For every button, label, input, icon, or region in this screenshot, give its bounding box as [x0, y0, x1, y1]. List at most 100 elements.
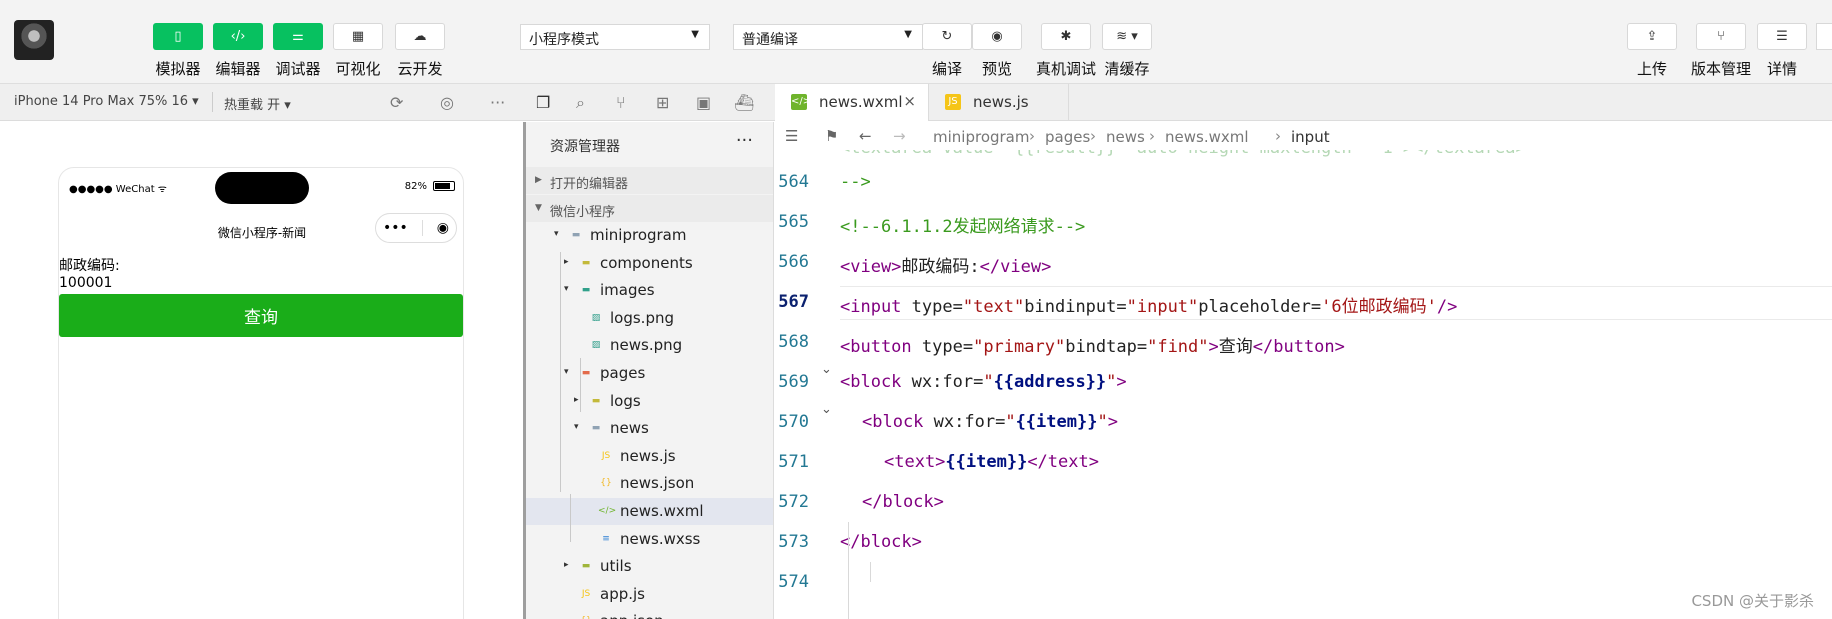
tab-news-wxml[interactable]: </> news.wxml × — [775, 84, 929, 121]
tool-bug[interactable]: ✱ 真机调试 — [1035, 23, 1097, 79]
tree-item[interactable]: {} news.json — [526, 470, 773, 497]
tree-item[interactable]: ▨ logs.png — [526, 305, 773, 332]
upload-icon[interactable]: ⇪ — [1627, 23, 1677, 50]
code-area[interactable]: <textarea value="{{result}}" auto-height… — [775, 150, 1832, 619]
tool-phone[interactable]: ▯ 模拟器 — [152, 23, 204, 79]
folder-icon: ▬ — [581, 257, 591, 268]
tree-item[interactable]: ▸ ▬ logs — [526, 388, 773, 415]
chevron-down-icon[interactable]: ▾ — [564, 367, 569, 377]
compile-select[interactable]: 普通编译 ▼ — [733, 24, 923, 50]
bookmark-icon[interactable]: ⚑ — [825, 127, 838, 145]
breadcrumb-item[interactable]: miniprogram — [933, 128, 1029, 146]
files-icon[interactable]: ❐ — [536, 93, 550, 112]
device-select[interactable]: iPhone 14 Pro Max 75% 16 ▾ — [14, 94, 199, 109]
tool-branch[interactable]: ⑂ 版本管理 — [1690, 23, 1752, 79]
tab-news-js[interactable]: JS news.js — [929, 84, 1069, 121]
forward-arrow-icon[interactable]: → — [893, 127, 906, 145]
tree-item[interactable]: ▾ ▬ news — [526, 415, 773, 442]
code-line: <!--6.1.1.2发起网络请求--> — [840, 212, 1085, 237]
tool-cloud[interactable]: ☁ 云开发 — [394, 23, 446, 79]
chevron-right-icon[interactable]: ▸ — [574, 395, 579, 405]
fold-chevron-icon[interactable]: ⌄ — [821, 402, 832, 417]
layout-icon[interactable]: ▦ — [333, 23, 383, 50]
breadcrumb-item[interactable]: pages — [1045, 128, 1090, 146]
tool-refresh[interactable]: ↻ 编译 — [921, 23, 973, 79]
layers-icon[interactable]: ≋ ▾ — [1102, 23, 1152, 50]
section-mini-program[interactable]: ▼ 微信小程序 — [526, 195, 773, 222]
tool-layers[interactable]: ≋ ▾ 清缓存 — [1101, 23, 1153, 79]
code-line: <text>{{item}}</text> — [884, 452, 1099, 472]
tool-layout[interactable]: ▦ 可视化 — [332, 23, 384, 79]
code-line: </block> — [840, 532, 922, 552]
code-token: "primary" — [973, 337, 1066, 357]
tree-item[interactable]: ▾ ▬ miniprogram — [526, 222, 773, 249]
code-token: <block — [840, 372, 912, 392]
search-icon[interactable]: ⌕ — [576, 93, 585, 113]
tool-label: 云开发 — [397, 60, 443, 78]
breadcrumb-item[interactable]: input — [1291, 128, 1330, 146]
capsule-menu[interactable]: ••• ◉ — [375, 213, 457, 243]
more-icon[interactable]: ··· — [490, 93, 505, 112]
section-open-editors[interactable]: ▶ 打开的编辑器 — [526, 167, 773, 194]
menu-icon[interactable]: ☰ — [1757, 23, 1807, 50]
tool-menu[interactable]: ☰ 详情 — [1756, 23, 1808, 79]
list-icon[interactable]: ☰ — [785, 127, 798, 145]
main-toolbar: ▯ 模拟器 ‹/› 编辑器 ⚌ 调试器 ▦ 可视化 ☁ 云开发 小程序模式 ▼ 普通编译 ▼ ↻ 编… — [0, 0, 1832, 84]
mode-select[interactable]: 小程序模式 ▼ — [520, 24, 710, 50]
more-icon[interactable]: ··· — [736, 130, 753, 151]
chevron-down-icon[interactable]: ▾ — [574, 422, 579, 432]
tab-label: news.wxml — [819, 93, 903, 111]
fold-chevron-icon[interactable]: ⌄ — [821, 362, 832, 377]
branch-icon[interactable]: ⑂ — [1696, 23, 1746, 50]
tree-item[interactable]: </> news.wxml — [526, 498, 773, 525]
cloud-icon[interactable]: ☁ — [395, 23, 445, 50]
code-token: "text" — [962, 297, 1025, 317]
storage-icon[interactable]: ▣ — [696, 93, 711, 112]
refresh-icon[interactable]: ↻ — [922, 23, 972, 50]
docker-icon[interactable]: ⛴ — [734, 93, 754, 112]
extensions-icon[interactable]: ⊞ — [656, 93, 669, 112]
tool-debugger[interactable]: ⚌ 调试器 — [272, 23, 324, 79]
chevron-right-icon[interactable]: ▸ — [564, 560, 569, 570]
source-control-icon[interactable]: ⑂ — [616, 93, 626, 112]
line-number: 571 — [778, 452, 809, 472]
tree-item[interactable]: ≡ news.wxss — [526, 526, 773, 553]
more-dots-icon[interactable]: ••• — [383, 220, 408, 236]
tree-item[interactable]: ▾ ▬ pages — [526, 360, 773, 387]
phone-icon[interactable]: ▯ — [153, 23, 203, 50]
tree-item[interactable]: ▨ news.png — [526, 332, 773, 359]
eye-icon[interactable]: ◉ — [972, 23, 1022, 50]
close-icon[interactable]: × — [903, 92, 916, 110]
tree-item[interactable]: JS app.js — [526, 581, 773, 608]
chevron-down-icon[interactable]: ▾ — [554, 229, 559, 239]
rotate-icon[interactable]: ⟳ — [390, 93, 403, 112]
tree-item[interactable]: ▾ ▬ images — [526, 277, 773, 304]
bug-icon[interactable]: ✱ — [1041, 23, 1091, 50]
tree-item[interactable]: ▸ ▬ components — [526, 250, 773, 277]
tool-eye[interactable]: ◉ 预览 — [971, 23, 1023, 79]
breadcrumb-item[interactable]: news — [1106, 128, 1145, 146]
debugger-icon[interactable]: ⚌ — [273, 23, 323, 50]
tool-code[interactable]: ‹/› 编辑器 — [212, 23, 264, 79]
code-token: 查询 — [1218, 337, 1253, 357]
breadcrumb-item[interactable]: news.wxml — [1165, 128, 1249, 146]
overflow-button[interactable] — [1816, 23, 1832, 50]
hot-reload-toggle[interactable]: 热重载 开 ▾ — [224, 94, 291, 113]
tab-label: news.js — [973, 93, 1029, 111]
code-icon[interactable]: ‹/› — [213, 23, 263, 50]
tree-item[interactable]: JS news.js — [526, 443, 773, 470]
chevron-down-icon[interactable]: ▾ — [564, 284, 569, 294]
stop-icon[interactable]: ◎ — [440, 93, 454, 112]
code-token: type= — [911, 297, 963, 317]
simulator-panel: ●●●●● WeChat ᯤ 82% 微信小程序-新闻 ••• ◉ 邮政编码: … — [0, 122, 523, 619]
status-carrier: ●●●●● WeChat ᯤ — [69, 184, 167, 195]
tree-item[interactable]: ▸ ▬ utils — [526, 553, 773, 580]
back-arrow-icon[interactable]: ← — [859, 127, 872, 145]
user-avatar[interactable] — [14, 20, 54, 60]
chevron-right-icon[interactable]: ▸ — [564, 257, 569, 267]
close-mini-program-icon[interactable]: ◉ — [437, 220, 449, 236]
tree-item[interactable]: {} app.json — [526, 608, 773, 619]
tool-upload[interactable]: ⇪ 上传 — [1626, 23, 1678, 79]
postcode-input[interactable] — [59, 274, 459, 292]
query-button[interactable]: 查询 — [59, 294, 463, 337]
